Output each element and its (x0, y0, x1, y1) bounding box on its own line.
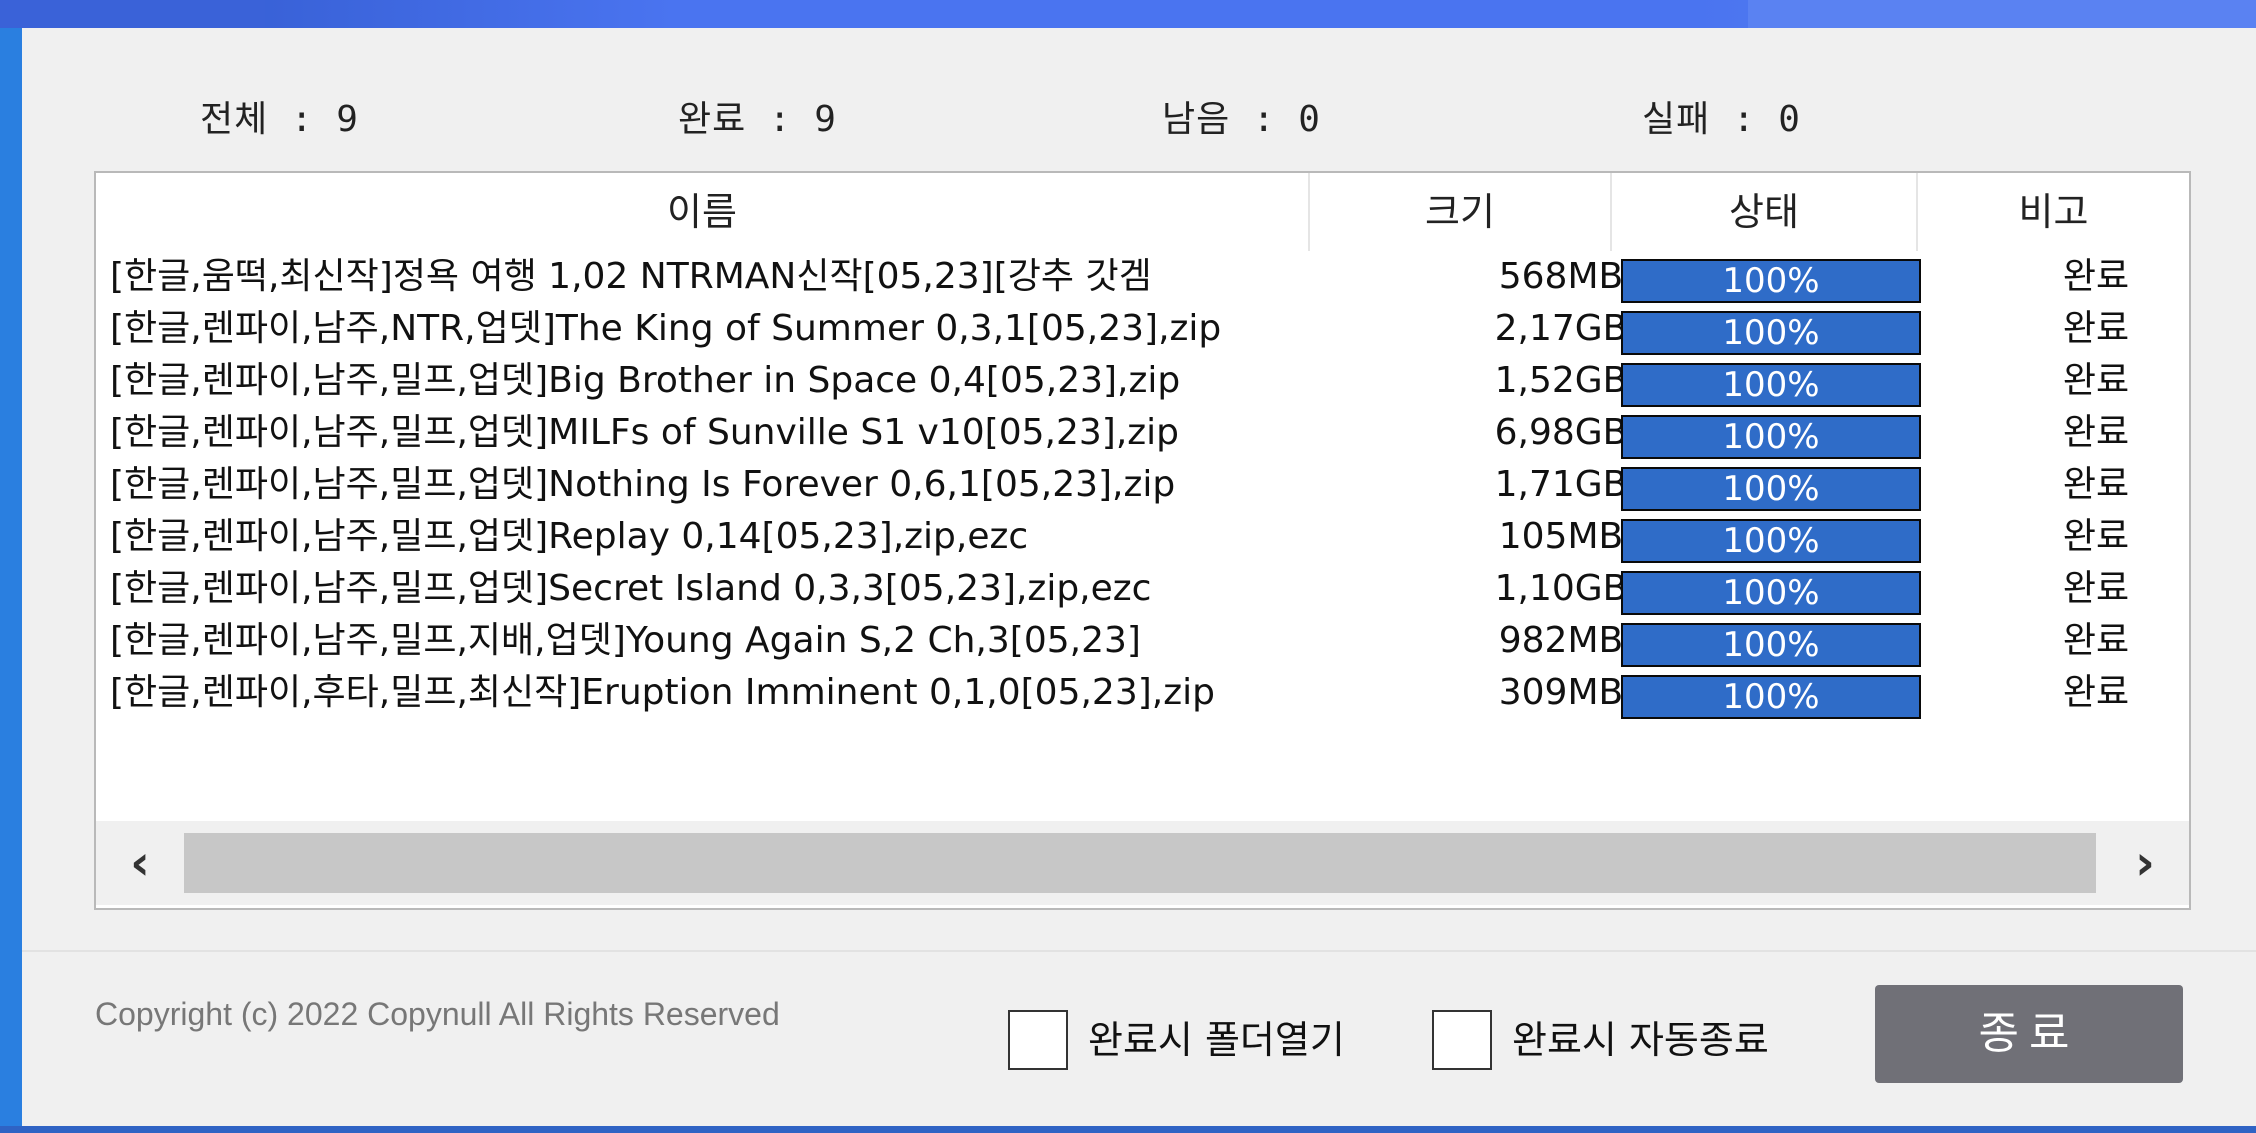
table-row[interactable]: [한글,렌파이,남주,밀프,업뎃]Replay 0,14[05,23],zip,… (96, 511, 2189, 563)
row-progress-bar: 100% (1621, 571, 1921, 615)
row-note: 완료 (2062, 516, 2130, 557)
stat-done: 완료 : 9 (678, 99, 837, 140)
row-status: 100% (1722, 313, 1820, 353)
row-status: 100% (1722, 573, 1820, 613)
row-name: [한글,렌파이,남주,밀프,업뎃]Replay 0,14[05,23],zip,… (110, 516, 1029, 557)
title-bar-segment-left (0, 0, 265, 28)
table-row[interactable]: [한글,움떡,최신작]정욕 여행 1,02 NTRMAN신작[05,23][강추… (96, 251, 2189, 303)
row-status: 100% (1722, 261, 1820, 301)
row-status: 100% (1722, 677, 1820, 717)
exit-button[interactable]: 종료 (1875, 985, 2183, 1083)
row-status: 100% (1722, 469, 1820, 509)
row-note: 완료 (2062, 620, 2130, 661)
row-progress-bar: 100% (1621, 415, 1921, 459)
row-name: [한글,렌파이,남주,밀프,업뎃]Nothing Is Forever 0,6,… (110, 464, 1176, 505)
window-bottom-edge (0, 1126, 2256, 1133)
row-note: 완료 (2062, 464, 2130, 505)
auto-exit-label[interactable]: 완료시 자동종료 (1512, 1010, 1769, 1070)
title-bar (0, 0, 2256, 28)
row-progress-bar: 100% (1621, 623, 1921, 667)
footer-divider (22, 950, 2256, 952)
list-header: 이름 크기 상태 비고 (96, 173, 2189, 251)
row-progress-bar: 100% (1621, 519, 1921, 563)
download-list[interactable]: 이름 크기 상태 비고 [한글,움떡,최신작]정욕 여행 1,02 NTRMAN… (94, 171, 2191, 910)
horizontal-scrollbar[interactable]: ‹ › (96, 821, 2189, 905)
row-note: 완료 (2062, 256, 2130, 297)
row-status: 100% (1722, 625, 1820, 665)
copyright-text: Copyright (c) 2022 Copynull All Rights R… (95, 996, 780, 1032)
scroll-right-icon[interactable]: › (2101, 821, 2189, 905)
row-status: 100% (1722, 365, 1820, 405)
row-name: [한글,렌파이,남주,밀프,업뎃]Secret Island 0,3,3[05,… (110, 568, 1152, 609)
row-name: [한글,렌파이,남주,밀프,지배,업뎃]Young Again S,2 Ch,3… (110, 620, 1141, 661)
row-note: 완료 (2062, 412, 2130, 453)
row-status: 100% (1722, 417, 1820, 457)
stat-total: 전체 : 9 (200, 99, 359, 140)
row-name: [한글,렌파이,남주,NTR,업뎃]The King of Summer 0,3… (110, 308, 1222, 349)
row-name: [한글,렌파이,후타,밀프,최신작]Eruption Imminent 0,1,… (110, 672, 1215, 713)
table-row[interactable]: [한글,렌파이,남주,NTR,업뎃]The King of Summer 0,3… (96, 303, 2189, 355)
auto-exit-checkbox[interactable] (1432, 1010, 1492, 1070)
table-row[interactable]: [한글,렌파이,남주,밀프,업뎃]Secret Island 0,3,3[05,… (96, 563, 2189, 615)
row-name: [한글,렌파이,남주,밀프,업뎃]Big Brother in Space 0,… (110, 360, 1181, 401)
column-header-note[interactable]: 비고 (1918, 173, 2189, 251)
row-progress-bar: 100% (1621, 311, 1921, 355)
row-note: 완료 (2062, 360, 2130, 401)
title-bar-segment-right (1748, 0, 2256, 28)
desktop-edge (0, 28, 22, 1133)
table-row[interactable]: [한글,렌파이,남주,밀프,업뎃]Nothing Is Forever 0,6,… (96, 459, 2189, 511)
open-folder-label[interactable]: 완료시 폴더열기 (1088, 1010, 1345, 1070)
open-folder-checkbox[interactable] (1008, 1010, 1068, 1070)
column-header-size[interactable]: 크기 (1310, 173, 1612, 251)
stat-failed: 실패 : 0 (1642, 99, 1801, 140)
stats-bar: 전체 : 9 완료 : 9 남음 : 0 실패 : 0 (22, 90, 2256, 140)
row-progress-bar: 100% (1621, 467, 1921, 511)
row-name: [한글,렌파이,남주,밀프,업뎃]MILFs of Sunville S1 v1… (110, 412, 1180, 453)
table-row[interactable]: [한글,렌파이,후타,밀프,최신작]Eruption Imminent 0,1,… (96, 667, 2189, 719)
row-progress-bar: 100% (1621, 363, 1921, 407)
row-note: 완료 (2062, 672, 2130, 713)
row-note: 완료 (2062, 308, 2130, 349)
column-header-status[interactable]: 상태 (1612, 173, 1918, 251)
table-row[interactable]: [한글,렌파이,남주,밀프,지배,업뎃]Young Again S,2 Ch,3… (96, 615, 2189, 667)
table-row[interactable]: [한글,렌파이,남주,밀프,업뎃]Big Brother in Space 0,… (96, 355, 2189, 407)
row-status: 100% (1722, 521, 1820, 561)
table-row[interactable]: [한글,렌파이,남주,밀프,업뎃]MILFs of Sunville S1 v1… (96, 407, 2189, 459)
scroll-left-icon[interactable]: ‹ (96, 821, 184, 905)
row-note: 완료 (2062, 568, 2130, 609)
row-progress-bar: 100% (1621, 259, 1921, 303)
row-progress-bar: 100% (1621, 675, 1921, 719)
row-name: [한글,움떡,최신작]정욕 여행 1,02 NTRMAN신작[05,23][강추… (110, 256, 1152, 297)
scrollbar-thumb[interactable] (184, 833, 2096, 893)
stat-remaining: 남음 : 0 (1162, 99, 1321, 140)
column-header-name[interactable]: 이름 (96, 173, 1310, 251)
